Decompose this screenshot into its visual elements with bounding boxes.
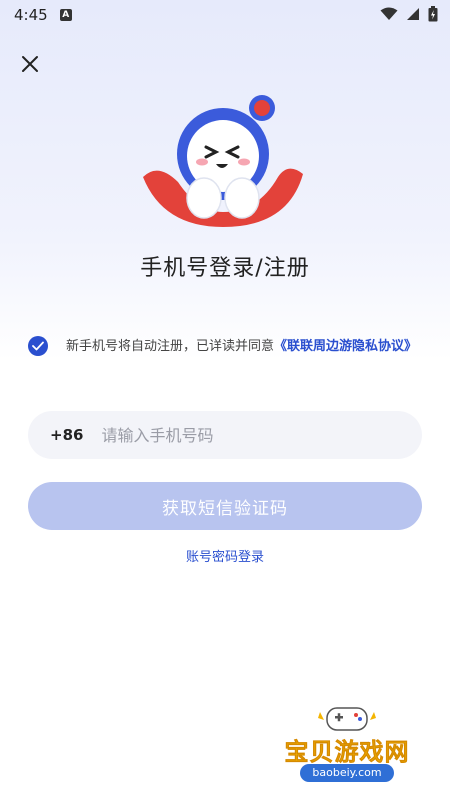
watermark-url: baobeiy.com: [300, 764, 394, 782]
privacy-agreement-link[interactable]: 《联联周边游隐私协议》: [274, 339, 417, 354]
agreement-checkbox[interactable]: [28, 336, 48, 356]
signal-icon: [407, 8, 419, 20]
battery-icon: [428, 6, 438, 22]
watermark-logo: 宝贝游戏网 baobeiy.com: [272, 700, 422, 796]
close-button[interactable]: [18, 52, 42, 76]
agreement-row: 新手机号将自动注册，已详读并同意《联联周边游隐私协议》: [28, 335, 420, 358]
close-icon: [22, 56, 38, 72]
page-title: 手机号登录/注册: [140, 256, 310, 281]
get-sms-code-button[interactable]: 获取短信验证码: [28, 482, 422, 530]
status-icons: [380, 6, 438, 22]
app-notification-icon: A: [59, 9, 72, 21]
agreement-prefix: 新手机号将自动注册，已详读并同意: [66, 339, 275, 354]
phone-field: +86: [28, 411, 422, 459]
account-password-login-link[interactable]: 账号密码登录: [0, 546, 450, 565]
wifi-icon: [380, 7, 398, 20]
check-icon: [32, 341, 44, 351]
status-time: 4:45: [14, 6, 48, 24]
mascot-logo: [143, 95, 303, 227]
phone-input[interactable]: [101, 425, 422, 445]
agreement-text: 新手机号将自动注册，已详读并同意《联联周边游隐私协议》: [66, 335, 417, 358]
country-code[interactable]: +86: [50, 426, 83, 444]
watermark-title: 宝贝游戏网: [284, 738, 410, 767]
status-bar: 4:45 A: [0, 0, 450, 30]
